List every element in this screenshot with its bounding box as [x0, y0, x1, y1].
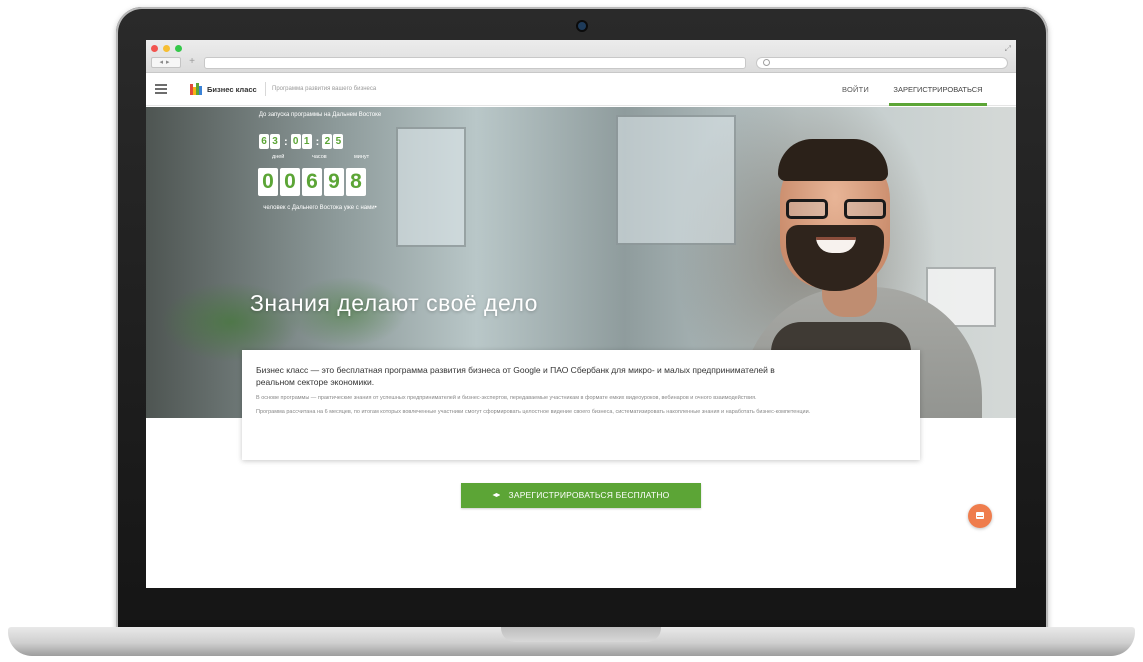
register-link[interactable]: ЗАРЕГИСТРИРОВАТЬСЯ [889, 73, 987, 106]
brand-name[interactable]: Бизнес класс [207, 85, 257, 94]
header-divider [265, 82, 266, 96]
screen: ◂▸ + ⤢ Бизнес класс Программа развития в… [146, 40, 1016, 588]
timer-unit-minutes: минут [354, 154, 370, 160]
info-lead: Бизнес класс — это бесплатная программа … [256, 365, 775, 387]
timer-digit: 6 [259, 134, 269, 149]
bar-chart-logo-icon[interactable] [190, 83, 202, 95]
participants-counter: 0 0 6 9 8 [258, 168, 368, 196]
camera-icon [578, 22, 586, 30]
info-paragraph: В основе программы — практические знания… [256, 395, 757, 401]
countdown-timer: 6 3 : 0 1 : 2 5 [259, 134, 344, 149]
maximize-window-button[interactable] [175, 45, 182, 52]
laptop-notch [501, 627, 661, 642]
browser-search-bar[interactable] [756, 57, 1008, 69]
new-tab-button[interactable]: + [186, 57, 198, 68]
address-bar[interactable] [204, 57, 746, 69]
counter-digit: 6 [302, 168, 322, 196]
browser-chrome: ◂▸ + ⤢ [146, 40, 1016, 73]
countdown-label: До запуска программы на Дальнем Востоке [258, 112, 382, 118]
hero-headline: Знания делают своё дело [250, 290, 538, 316]
counter-digit: 0 [258, 168, 278, 196]
timer-digit: 2 [322, 134, 333, 149]
hamburger-icon[interactable] [155, 84, 167, 94]
tagline: Программа развития вашего бизнеса [272, 86, 377, 92]
timer-colon: : [284, 135, 288, 148]
counter-digit: 8 [346, 168, 366, 196]
hero-bg-window [616, 115, 736, 245]
fullscreen-icon[interactable]: ⤢ [1005, 44, 1011, 54]
hero-person-hair [778, 139, 888, 181]
minimize-window-button[interactable] [163, 45, 170, 52]
search-icon [763, 59, 770, 66]
login-link[interactable]: ВОЙТИ [842, 85, 869, 94]
timer-digit: 0 [290, 134, 301, 149]
close-window-button[interactable] [151, 45, 158, 52]
info-paragraph: Программа рассчитана на 6 месяцев, по ит… [256, 409, 811, 415]
mail-icon [976, 512, 984, 519]
counter-digit: 9 [324, 168, 344, 196]
timer-unit-labels: дней часов минут [259, 154, 379, 162]
counter-digit: 0 [280, 168, 300, 196]
register-free-button[interactable]: ЗАРЕГИСТРИРОВАТЬСЯ БЕСПЛАТНО [461, 483, 701, 508]
register-free-label: ЗАРЕГИСТРИРОВАТЬСЯ БЕСПЛАТНО [508, 490, 670, 500]
timer-colon: : [315, 135, 320, 148]
timer-unit-days: дней [272, 154, 285, 160]
contact-fab-button[interactable] [968, 504, 992, 528]
hero-bg-window [396, 127, 466, 247]
site-header: Бизнес класс Программа развития вашего б… [146, 73, 1016, 106]
timer-digit: 3 [270, 134, 280, 149]
graduation-cap-icon [492, 493, 501, 497]
timer-unit-hours: часов [312, 154, 327, 160]
timer-digit: 1 [301, 134, 312, 149]
hero-person-glasses [786, 199, 886, 219]
back-forward-buttons[interactable]: ◂▸ [151, 57, 181, 68]
timer-digit: 5 [333, 134, 344, 149]
info-card: Бизнес класс — это бесплатная программа … [242, 350, 920, 460]
counter-label: человек с Дальнего Востока уже с нами• [263, 205, 377, 211]
